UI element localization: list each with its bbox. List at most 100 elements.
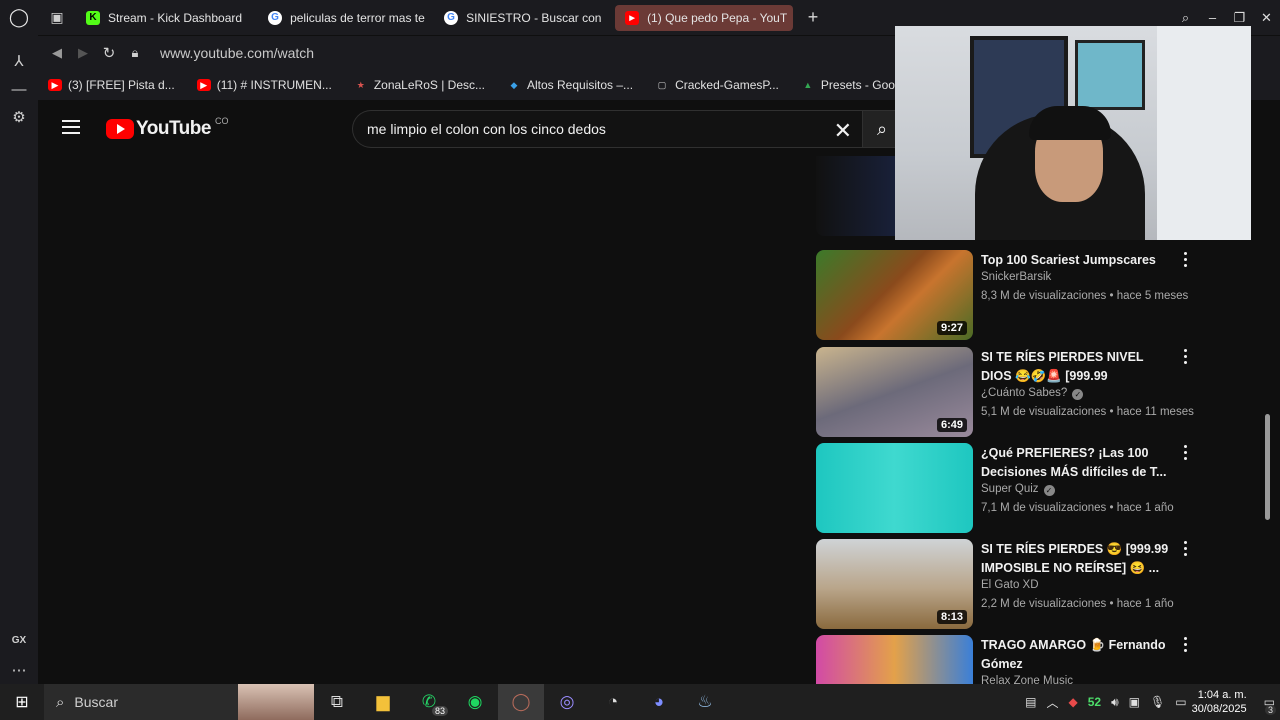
- browser-sidebar: ⅄ — ⚙ GX ⋯: [0, 35, 38, 685]
- widgets-icon[interactable]: ▤: [1025, 695, 1036, 709]
- video-title[interactable]: TRAGO AMARGO 🍺 Fernando Gómez: [981, 636, 1176, 674]
- streamer-cap: [1029, 106, 1111, 140]
- diamond-icon: ◆: [510, 79, 518, 90]
- bookmark-item[interactable]: ★ ZonaLeRoS | Desc...: [354, 78, 485, 92]
- windows-taskbar: ⊞ ⌕ Buscar ⧉ ▆ ✆ 83 ◉ ◯ ◎ ◔ ◕ ♨ ▤ ︿ ◆ 52 …: [0, 684, 1280, 720]
- windows-start-icon[interactable]: ⊞: [0, 684, 44, 720]
- tray-chevron-icon[interactable]: ︿: [1047, 694, 1059, 711]
- video-thumbnail[interactable]: 6:49: [816, 347, 973, 437]
- channel-name[interactable]: SnickerBarsik: [981, 271, 1051, 283]
- video-thumbnail[interactable]: 8:13: [816, 539, 973, 629]
- whatsapp-badge: 83: [431, 706, 448, 716]
- youtube-logo[interactable]: YouTube CO: [106, 116, 229, 140]
- maximize-icon[interactable]: ❐: [1226, 10, 1253, 26]
- video-thumbnail[interactable]: [816, 443, 973, 533]
- video-meta: 2,2 M de visualizaciones • hace 1 año: [981, 598, 1174, 610]
- recorder-icon[interactable]: ◔: [590, 684, 636, 720]
- menu-icon[interactable]: [62, 120, 80, 134]
- task-view-icon[interactable]: ⧉: [314, 684, 360, 720]
- reload-icon[interactable]: ↻: [96, 44, 122, 62]
- volume-icon[interactable]: 🔊︎: [1111, 695, 1119, 710]
- notifications-icon[interactable]: ▭ 3: [1264, 695, 1276, 715]
- list-item[interactable]: ¿Qué PREFIERES? ¡Las 100 Decisiones MÁS …: [816, 443, 1256, 533]
- taskbar-search-input[interactable]: ⌕ Buscar: [44, 684, 314, 720]
- more-options-icon[interactable]: [1184, 637, 1188, 655]
- channel-name[interactable]: Relax Zone Music: [981, 675, 1073, 684]
- gx-label[interactable]: GX: [0, 625, 38, 655]
- video-title[interactable]: Top 100 Scariest Jumpscares: [981, 251, 1176, 270]
- video-meta: 7,1 M de visualizaciones • hace 1 año: [981, 502, 1174, 514]
- clock-date: 30/08/2025: [1191, 703, 1247, 715]
- google-icon: G: [268, 10, 283, 25]
- channel-name[interactable]: El Gato XD: [981, 579, 1039, 591]
- scrollbar-thumb[interactable]: [1265, 414, 1270, 520]
- device-icon[interactable]: ▣: [1129, 695, 1140, 709]
- video-thumbnail[interactable]: [816, 635, 973, 684]
- tray-number[interactable]: 52: [1088, 695, 1101, 709]
- gx-control-icon[interactable]: ⅄: [0, 43, 38, 79]
- more-options-icon[interactable]: [1184, 445, 1188, 463]
- youtube-wordmark: YouTube: [136, 118, 211, 139]
- video-duration: 6:49: [936, 418, 967, 432]
- url-text[interactable]: www.youtube.com/watch: [160, 45, 314, 61]
- search-icon: ⌕: [876, 118, 888, 139]
- search-tabs-icon[interactable]: ⌕: [1172, 10, 1199, 26]
- clear-search-icon[interactable]: ✕: [834, 118, 852, 144]
- list-item[interactable]: 6:49 SI TE RÍES PIERDES NIVEL DIOS 😂🤣🚨 […: [816, 347, 1256, 437]
- tab-google-peliculas[interactable]: G peliculas de terror mas te: [258, 5, 428, 31]
- notification-count: 3: [1264, 705, 1276, 715]
- country-code: CO: [214, 116, 229, 126]
- bookmark-item[interactable]: ▶ (3) [FREE] Pista d...: [48, 78, 175, 92]
- opera-gx-logo-icon[interactable]: ◯: [0, 0, 38, 35]
- tray-app-icon[interactable]: ◆: [1069, 695, 1078, 709]
- discord-icon[interactable]: ◕: [636, 684, 682, 720]
- list-item[interactable]: TRAGO AMARGO 🍺 Fernando Gómez Relax Zone…: [816, 635, 1256, 684]
- video-duration: 8:13: [936, 610, 967, 624]
- new-tab-plus-icon[interactable]: +: [803, 7, 823, 28]
- taskbar-clock[interactable]: 1:04 a. m. 30/08/2025: [1192, 688, 1247, 716]
- video-thumbnail[interactable]: 9:27: [816, 250, 973, 340]
- page-scrollbar[interactable]: [1264, 156, 1272, 684]
- video-title[interactable]: ¿Qué PREFIERES? ¡Las 100 Decisiones MÁS …: [981, 444, 1176, 482]
- search-query-text: me limpio el colon con los cinco dedos: [367, 121, 606, 137]
- more-options-icon[interactable]: [1184, 252, 1188, 270]
- bookmark-item[interactable]: ◆ Altos Requisitos –...: [507, 78, 634, 92]
- obs-icon[interactable]: ◎: [544, 684, 590, 720]
- youtube-play-icon: [106, 119, 134, 139]
- microphone-icon[interactable]: 🎙︎: [1150, 695, 1165, 709]
- minimize-icon[interactable]: –: [1199, 10, 1226, 25]
- back-icon[interactable]: ◀: [44, 45, 70, 61]
- search-highlight-image: [238, 684, 314, 720]
- channel-name[interactable]: Super Quiz ✓: [981, 483, 1055, 496]
- tab-youtube-active[interactable]: ▶ (1) Que pedo Pepa - YouT: [615, 4, 794, 31]
- settings-gear-icon[interactable]: ⚙: [0, 99, 38, 135]
- video-title[interactable]: SI TE RÍES PIERDES NIVEL DIOS 😂🤣🚨 [999.9…: [981, 348, 1176, 386]
- list-item[interactable]: 8:13 SI TE RÍES PIERDES 😎 [999.99 IMPOSI…: [816, 539, 1256, 629]
- spotify-icon[interactable]: ◉: [452, 684, 498, 720]
- sidebar-bottom: GX ⋯: [0, 625, 38, 685]
- taskbar-search-placeholder: Buscar: [74, 694, 118, 710]
- close-window-icon[interactable]: ✕: [1253, 10, 1280, 26]
- network-icon[interactable]: ▭: [1175, 695, 1186, 709]
- lock-icon[interactable]: 🔒︎: [122, 45, 148, 61]
- channel-name[interactable]: ¿Cuánto Sabes? ✓: [981, 387, 1084, 400]
- whatsapp-icon[interactable]: ✆ 83: [406, 684, 452, 720]
- file-explorer-icon[interactable]: ▆: [360, 684, 406, 720]
- video-meta: 5,1 M de visualizaciones • hace 11 meses: [981, 406, 1194, 418]
- forward-icon[interactable]: ▶: [70, 45, 96, 61]
- youtube-icon: ▶: [196, 79, 211, 91]
- more-options-icon[interactable]: [1184, 541, 1188, 559]
- video-title[interactable]: SI TE RÍES PIERDES 😎 [999.99 IMPOSIBLE N…: [981, 540, 1176, 578]
- bookmark-item[interactable]: ▶ (11) # INSTRUMEN...: [196, 78, 332, 92]
- tab-google-siniestro[interactable]: G SINIESTRO - Buscar con: [434, 5, 609, 31]
- more-options-icon[interactable]: [1184, 349, 1188, 367]
- sidebar-more-icon[interactable]: ⋯: [0, 655, 38, 685]
- search-input[interactable]: me limpio el colon con los cinco dedos ✕: [352, 110, 862, 148]
- bookmark-item[interactable]: ▢ Cracked-GamesP...: [655, 78, 779, 92]
- workspaces-icon[interactable]: ▣: [38, 0, 76, 35]
- list-item[interactable]: 9:27 Top 100 Scariest Jumpscares Snicker…: [816, 250, 1256, 340]
- search-icon: ⌕: [56, 693, 65, 711]
- tab-kick-dashboard[interactable]: K Stream - Kick Dashboard: [76, 5, 252, 31]
- opera-gx-icon[interactable]: ◯: [498, 684, 544, 720]
- steam-icon[interactable]: ♨: [682, 684, 728, 720]
